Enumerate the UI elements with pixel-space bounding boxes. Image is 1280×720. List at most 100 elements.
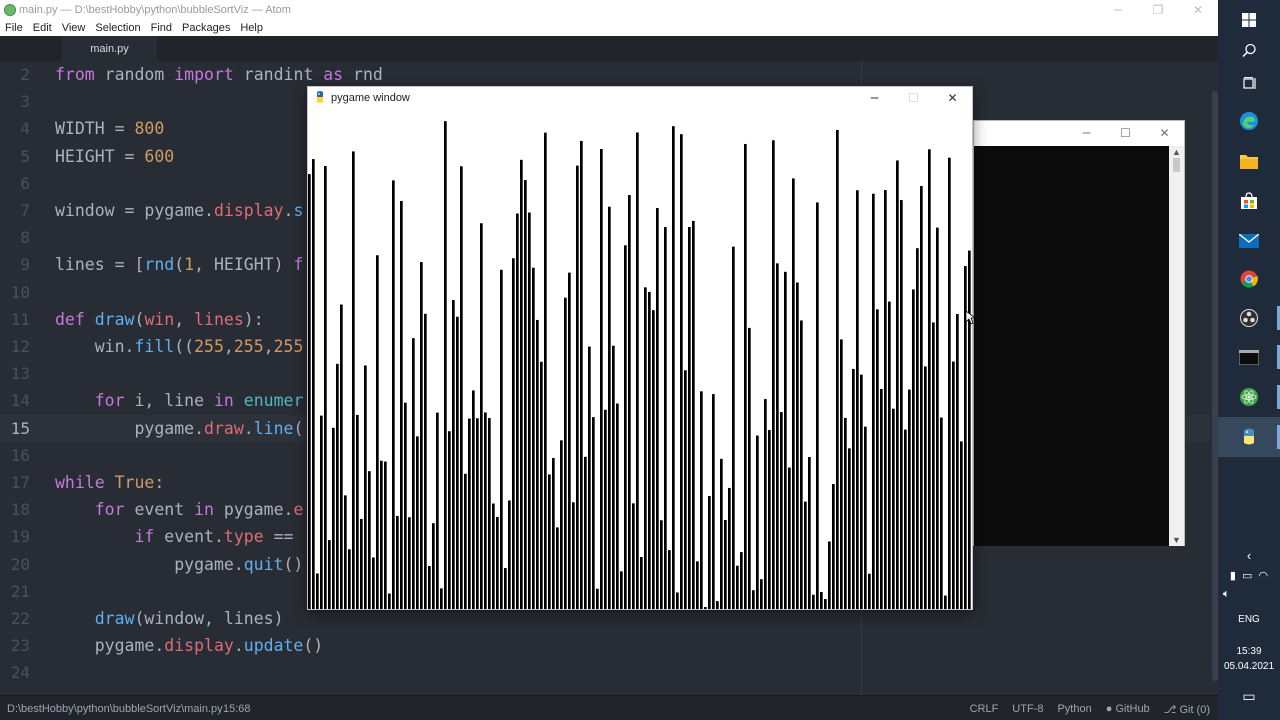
code-text: win.fill((255,255,255 <box>55 337 304 356</box>
file-path[interactable]: D:\bestHobby\python\bubbleSortViz\main.p… <box>7 703 223 715</box>
store-app[interactable] <box>1218 181 1280 221</box>
random-line-bar <box>316 573 319 609</box>
random-line-bar <box>624 245 627 609</box>
console-scrollbar[interactable]: ▲ ▼ <box>1169 146 1184 546</box>
menu-help[interactable]: Help <box>240 22 263 34</box>
random-line-bar <box>608 206 611 609</box>
random-line-bar <box>540 361 543 609</box>
file-explorer-app[interactable] <box>1218 141 1280 181</box>
pygame-window[interactable]: pygame window ─ ☐ ✕ <box>307 86 973 610</box>
pygame-minimize-icon[interactable]: ─ <box>855 87 894 109</box>
console-maximize-icon[interactable]: ☐ <box>1106 121 1145 145</box>
clock-time[interactable]: 15:39 <box>1218 646 1280 657</box>
tab-main-py[interactable]: main.py <box>62 36 157 61</box>
encoding[interactable]: UTF-8 <box>1012 703 1043 716</box>
line-ending[interactable]: CRLF <box>970 703 999 716</box>
menu-file[interactable]: File <box>5 22 23 34</box>
menu-view[interactable]: View <box>62 22 86 34</box>
chrome-app[interactable] <box>1218 259 1280 299</box>
random-line-bar <box>372 557 375 609</box>
volume-icon[interactable]: 🔈︎ <box>1218 588 1280 601</box>
random-line-bar <box>792 178 795 609</box>
language-indicator[interactable]: ENG <box>1218 614 1280 625</box>
window-title: main.py — D:\bestHobby\python\bubbleSort… <box>19 3 291 16</box>
random-line-bar <box>744 143 747 609</box>
random-line-bar <box>776 263 779 609</box>
cursor-position[interactable]: 15:68 <box>223 703 251 715</box>
random-line-bar <box>760 579 763 609</box>
random-line-bar <box>472 390 475 609</box>
pygame-canvas[interactable] <box>308 109 972 609</box>
python-app[interactable] <box>1218 417 1280 457</box>
random-line-bar <box>660 520 663 609</box>
random-line-bar <box>532 267 535 609</box>
random-line-bar <box>684 370 687 609</box>
show-hidden-icons-chevron-icon[interactable]: ‹ <box>1218 548 1280 563</box>
line-number: 21 <box>10 581 30 601</box>
git-button[interactable]: ⎇ Git (0) <box>1164 703 1210 716</box>
restore-icon[interactable]: ❐ <box>1138 0 1178 19</box>
scroll-thumb[interactable] <box>1173 158 1180 172</box>
random-line-bar <box>368 471 371 609</box>
console-window[interactable]: ─ ☐ ✕ ▲ ▼ <box>973 120 1185 546</box>
menu-edit[interactable]: Edit <box>33 22 52 34</box>
random-line-bar <box>820 591 823 609</box>
scroll-down-icon[interactable]: ▼ <box>1172 535 1181 545</box>
menu-find[interactable]: Find <box>151 22 172 34</box>
code-text: pygame.quit() <box>55 554 304 574</box>
random-line-bar <box>524 180 527 609</box>
menu-packages[interactable]: Packages <box>182 22 230 34</box>
random-line-bar <box>940 417 943 609</box>
folder-icon <box>1240 155 1258 169</box>
edge-app[interactable] <box>1218 101 1280 141</box>
pygame-close-icon[interactable]: ✕ <box>933 87 972 109</box>
random-line-bar <box>520 159 523 609</box>
github-icon: ● <box>1105 703 1113 715</box>
mail-app[interactable] <box>1218 221 1280 261</box>
random-line-bar <box>348 549 351 609</box>
github-button[interactable]: ● GitHub <box>1106 703 1150 716</box>
random-line-bar <box>384 461 387 609</box>
random-line-bar <box>400 200 403 609</box>
microphone-icon[interactable]: ▮ <box>1230 570 1236 582</box>
obs-app[interactable] <box>1218 298 1280 338</box>
menu-selection[interactable]: Selection <box>95 22 140 34</box>
random-line-bar <box>596 588 599 609</box>
random-line-bar <box>968 250 971 609</box>
random-line-bar <box>496 516 499 609</box>
random-line-bar <box>572 502 575 609</box>
code-line[interactable]: 24 <box>0 659 1210 686</box>
github-label: GitHub <box>1115 703 1150 715</box>
code-text: pygame.draw.line( <box>55 418 304 438</box>
random-line-bar <box>756 435 759 609</box>
random-line-bar <box>560 440 563 609</box>
random-line-bar <box>852 368 855 609</box>
random-line-bar <box>320 415 323 609</box>
atom-icon <box>1240 388 1258 406</box>
clock-date[interactable]: 05.04.2021 <box>1218 661 1280 672</box>
random-line-bar <box>752 590 755 609</box>
code-line[interactable]: 23 pygame.display.update() <box>0 632 1210 659</box>
code-text: for i, line in enumer <box>94 391 304 411</box>
store-bag-icon <box>1241 192 1257 209</box>
terminal-app[interactable] <box>1218 337 1280 377</box>
pygame-titlebar[interactable]: pygame window ─ ☐ ✕ <box>308 87 972 109</box>
minimize-icon[interactable]: ─ <box>1098 0 1138 19</box>
atom-app[interactable] <box>1218 377 1280 417</box>
random-line-bar <box>960 441 963 609</box>
grammar[interactable]: Python <box>1057 703 1091 716</box>
task-view-button[interactable] <box>1218 63 1280 103</box>
console-close-icon[interactable]: ✕ <box>1145 121 1184 145</box>
battery-icon[interactable]: ▭ <box>1242 570 1252 582</box>
random-line-bar <box>652 310 655 609</box>
notification-icon[interactable]: ▭ <box>1218 688 1280 705</box>
line-number: 6 <box>20 173 30 193</box>
system-tray: ▮ ▭ ◠ <box>1218 569 1280 582</box>
random-line-bar <box>552 457 555 609</box>
chrome-icon <box>1240 270 1258 288</box>
scroll-up-icon[interactable]: ▲ <box>1172 147 1181 157</box>
close-icon[interactable]: ✕ <box>1178 0 1218 19</box>
code-line[interactable]: 2 from random import randint as rnd <box>0 61 1210 88</box>
wifi-icon[interactable]: ◠ <box>1259 570 1269 582</box>
console-minimize-icon[interactable]: ─ <box>1067 121 1106 145</box>
